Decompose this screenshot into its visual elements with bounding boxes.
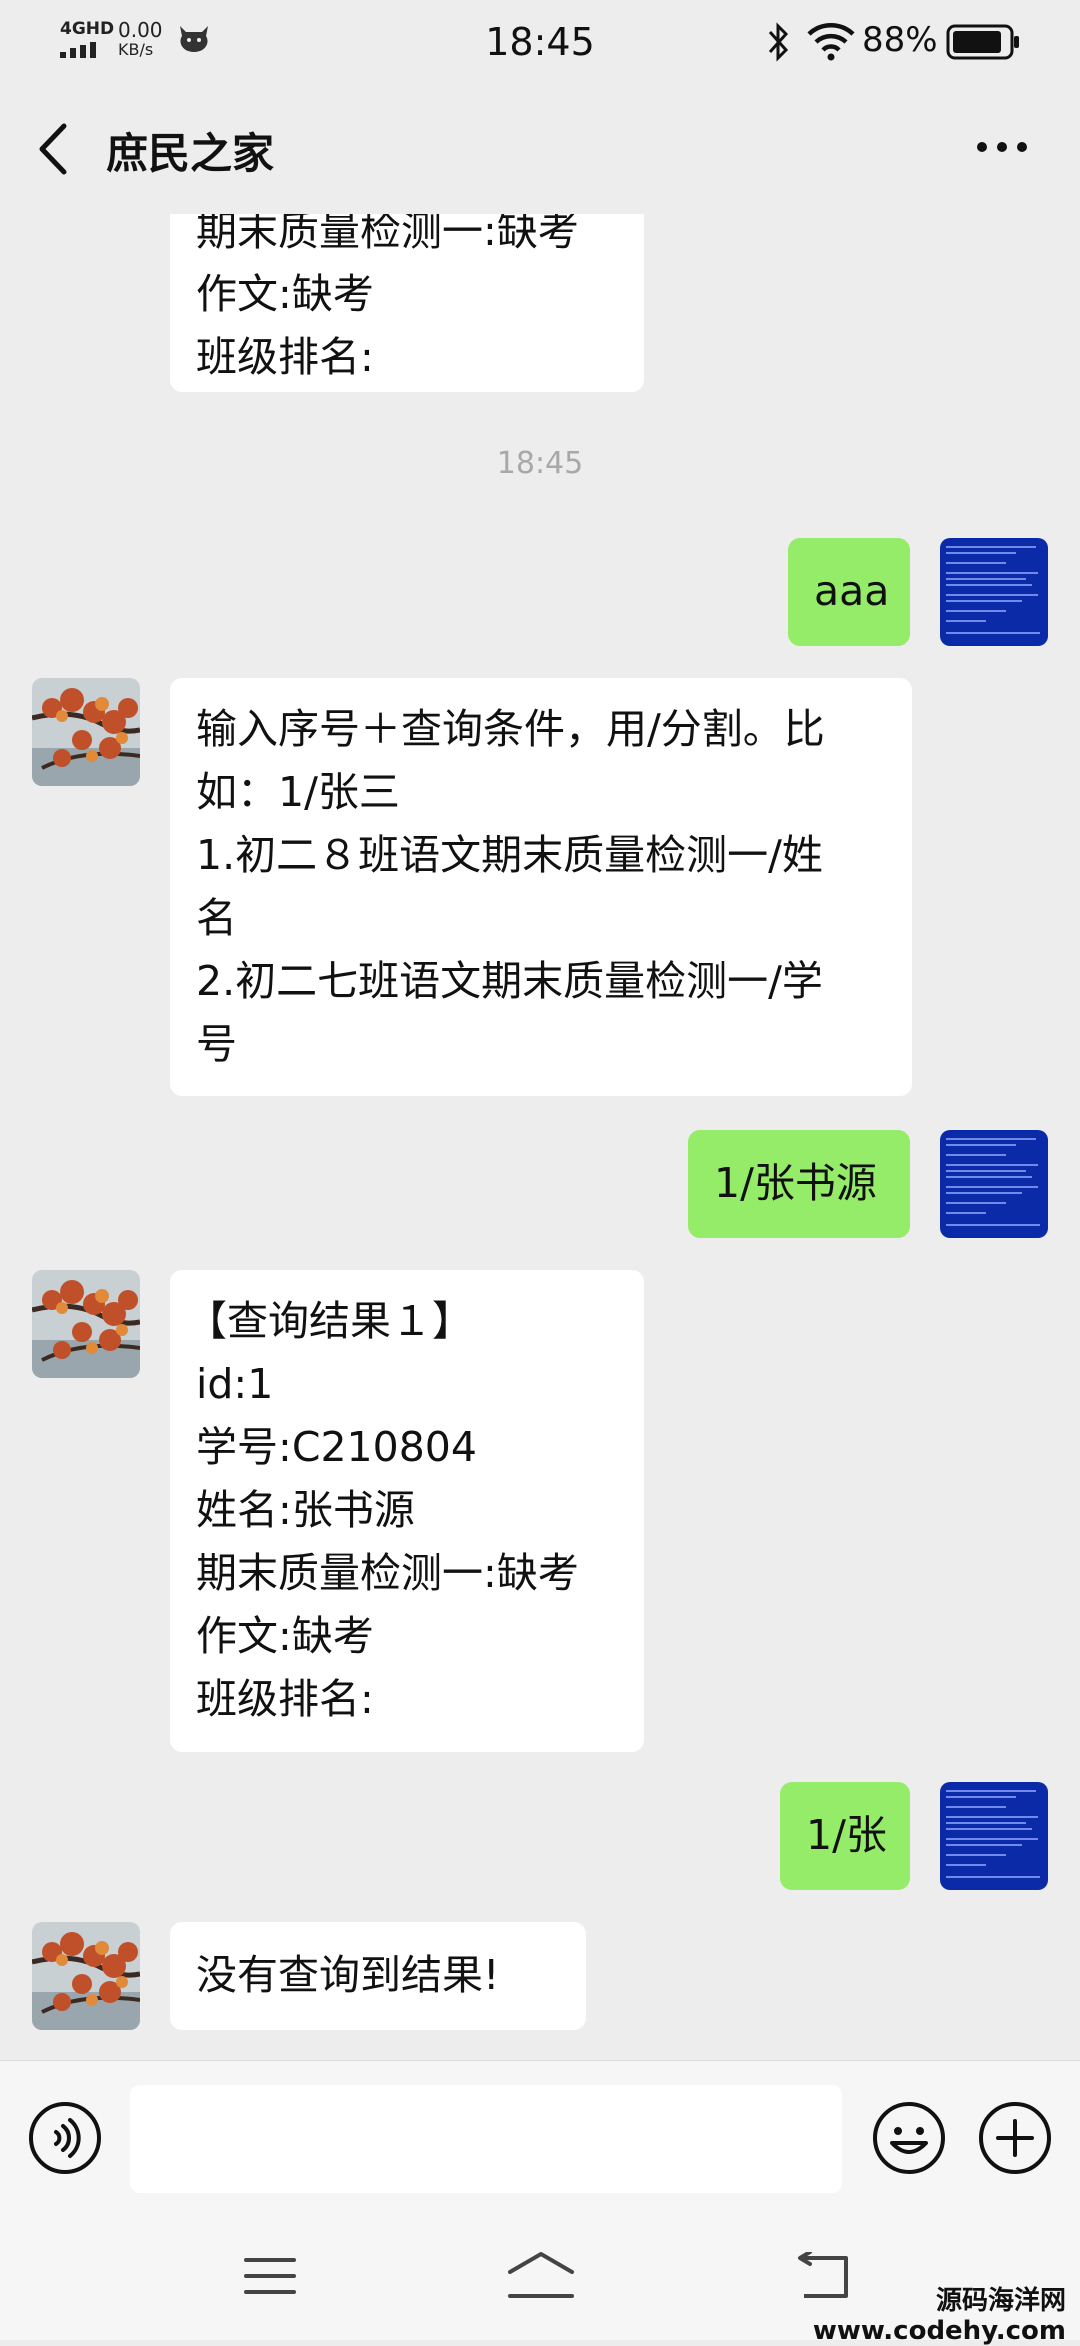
plus-icon[interactable]	[978, 2101, 1052, 2175]
chat-title: 庶民之家	[106, 129, 275, 178]
input-bar	[0, 2060, 1080, 2211]
back-arrow-icon[interactable]	[34, 120, 74, 178]
message-line: 学号:C210804	[196, 1423, 477, 1471]
message-line: 如：1/张三	[196, 768, 400, 816]
message-line: 名	[196, 894, 237, 942]
message-line: 1/张	[806, 1811, 887, 1859]
message-line: 输入序号＋查询条件，用/分割。比	[196, 705, 825, 753]
message-bubble-incoming[interactable]: 输入序号＋查询条件，用/分割。比 如：1/张三 1.初二８班语文期末质量检测一/…	[170, 678, 912, 1096]
autumn-tree-avatar-image	[32, 678, 140, 786]
message-line: 2.初二七班语文期末质量检测一/学	[196, 957, 823, 1005]
message-line: 号	[196, 1020, 237, 1068]
message-line: 班级排名:	[196, 1675, 374, 1723]
message-line: 【查询结果１】	[186, 1297, 473, 1345]
message-bubble-outgoing[interactable]: 1/张	[780, 1782, 910, 1890]
battery-icon	[946, 24, 1019, 60]
voice-icon[interactable]	[28, 2101, 102, 2175]
message-line: aaa	[814, 567, 890, 615]
message-bubble-incoming[interactable]: 【查询结果１】 id:1 学号:C210804 姓名:张书源 期末质量检测一:缺…	[170, 1270, 644, 1752]
message-bubble-outgoing[interactable]: 1/张书源	[688, 1130, 910, 1238]
message-line: 班级排名:	[196, 333, 374, 381]
message-line: 姓名:张书源	[196, 1486, 415, 1534]
message-input[interactable]	[130, 2085, 842, 2193]
contact-avatar[interactable]	[32, 1922, 140, 2030]
message-bubble-incoming[interactable]: 没有查询到结果!	[170, 1922, 586, 2030]
message-line: 作文:缺考	[196, 270, 374, 318]
message-line: 期末质量检测一:缺考	[196, 1549, 579, 1597]
autumn-tree-avatar-image	[32, 1922, 140, 2030]
menu-icon[interactable]	[244, 2256, 296, 2296]
emoji-icon[interactable]	[872, 2101, 946, 2175]
status-bar: 4GHD 0.00 KB/s 18:45 88%	[0, 0, 1080, 84]
chat-header: 庶民之家	[0, 84, 1080, 214]
contact-avatar[interactable]	[32, 678, 140, 786]
battery-percent: 88%	[862, 20, 938, 60]
watermark-line-1: 源码海洋网	[935, 2286, 1066, 2316]
wifi-icon	[807, 23, 855, 61]
autumn-tree-avatar-image	[32, 1270, 140, 1378]
message-bubble-outgoing[interactable]: aaa	[788, 538, 910, 646]
bluetooth-icon	[768, 22, 789, 62]
message-line: 作文:缺考	[196, 1612, 374, 1660]
bsod-avatar-image	[940, 1130, 1048, 1238]
timestamp: 18:45	[496, 446, 584, 481]
watermark: 源码海洋网 www.codehy.com	[813, 2286, 1066, 2346]
my-avatar[interactable]	[940, 538, 1048, 646]
chat-area[interactable]: 期末质量检测一:缺考 作文:缺考 班级排名: 18:45 aaa 输入序号＋查询…	[0, 214, 1080, 2060]
message-line: id:1	[196, 1360, 274, 1408]
my-avatar[interactable]	[940, 1130, 1048, 1238]
my-avatar[interactable]	[940, 1782, 1048, 1890]
message-line: 没有查询到结果!	[196, 1951, 500, 1999]
message-line: 1/张书源	[714, 1159, 877, 1207]
message-line: 1.初二８班语文期末质量检测一/姓	[196, 831, 823, 879]
more-icon[interactable]	[976, 140, 1028, 154]
bsod-avatar-image	[940, 538, 1048, 646]
watermark-line-2: www.codehy.com	[812, 2316, 1066, 2346]
bsod-avatar-image	[940, 1782, 1048, 1890]
home-icon[interactable]	[506, 2250, 576, 2300]
message-bubble-incoming[interactable]: 期末质量检测一:缺考 作文:缺考 班级排名:	[170, 214, 644, 392]
contact-avatar[interactable]	[32, 1270, 140, 1378]
message-line: 期末质量检测一:缺考	[196, 214, 579, 255]
